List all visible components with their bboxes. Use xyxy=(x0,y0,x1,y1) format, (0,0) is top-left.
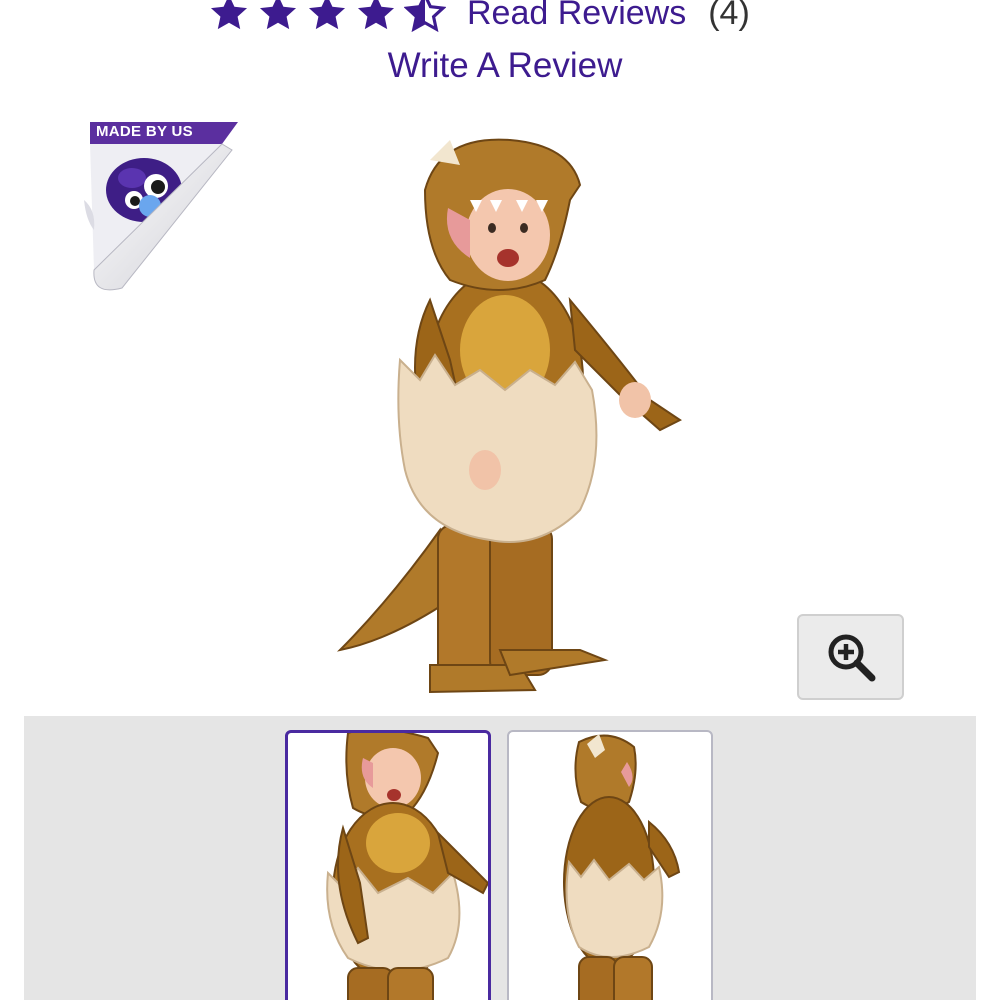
star-rating xyxy=(208,0,453,34)
read-reviews-link[interactable]: Read Reviews xyxy=(467,0,686,33)
star-half-icon xyxy=(404,0,446,34)
thumbnail-front-view[interactable] xyxy=(285,730,491,1000)
rating-row: Read Reviews (4) xyxy=(208,0,750,38)
write-review-link[interactable]: Write A Review xyxy=(0,46,1000,86)
zoom-in-icon xyxy=(825,631,877,683)
review-count: (4) xyxy=(708,0,750,32)
zoom-button[interactable] xyxy=(797,614,904,700)
star-full-icon xyxy=(257,0,299,34)
thumbnail-strip xyxy=(24,716,976,1000)
star-full-icon xyxy=(306,0,348,34)
product-page: Read Reviews (4) Write A Review MADE BY … xyxy=(0,0,1000,1000)
made-by-us-badge: MADE BY US xyxy=(82,120,242,300)
star-full-icon xyxy=(355,0,397,34)
thumbnail-back-view[interactable] xyxy=(507,730,713,1000)
badge-label: MADE BY US xyxy=(96,123,193,140)
star-full-icon xyxy=(208,0,250,34)
main-product-image[interactable] xyxy=(330,130,700,700)
